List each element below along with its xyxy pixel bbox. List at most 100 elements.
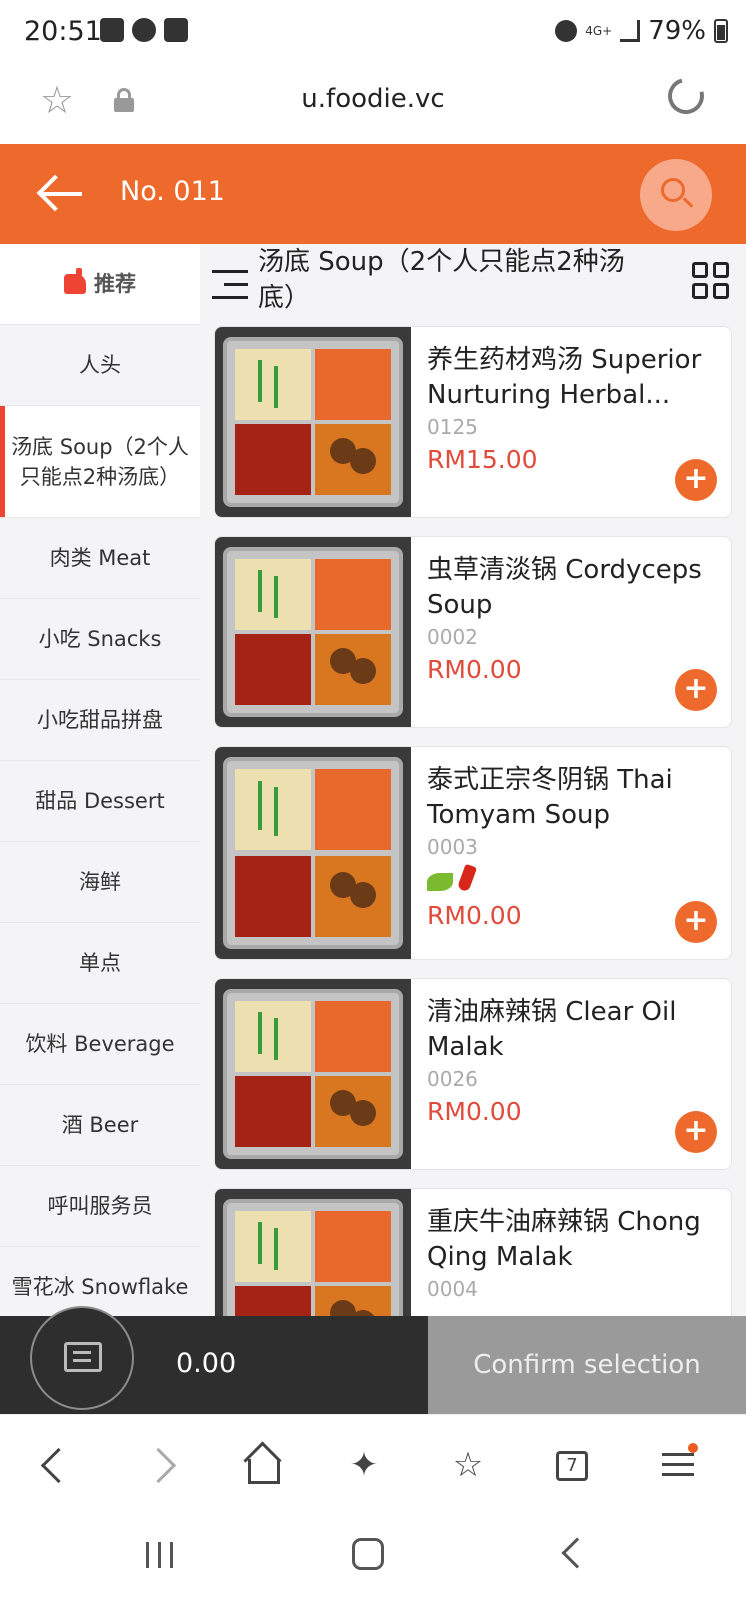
sidebar-item-snack-dessert-platter[interactable]: 小吃甜品拼盘	[0, 680, 200, 761]
whatsapp-icon	[132, 18, 156, 42]
sidebar-item-label: 肉类 Meat	[49, 546, 151, 570]
sidebar-item-label: 推荐	[94, 272, 136, 296]
dish-name: 重庆牛油麻辣锅 Chong Qing Malak	[427, 1207, 701, 1272]
dish-name: 泰式正宗冬阴锅 Thai Tomyam Soup	[427, 765, 673, 830]
dish-code: 0002	[427, 625, 478, 649]
collapse-menu-icon[interactable]	[212, 270, 248, 300]
section-title: 汤底 Soup（2个人只能点2种汤底）	[258, 247, 625, 313]
signal-icon	[620, 20, 641, 42]
sidebar-item-seafood[interactable]: 海鲜	[0, 842, 200, 923]
search-button[interactable]	[640, 159, 712, 231]
sidebar-item-label: 饮料 Beverage	[25, 1032, 175, 1056]
hotpot-image	[215, 327, 411, 517]
recent-apps-icon[interactable]	[146, 1542, 176, 1568]
alarm-icon	[555, 20, 578, 42]
sidebar-item-dessert[interactable]: 甜品 Dessert	[0, 761, 200, 842]
app-header: No. 011	[0, 144, 746, 244]
cart-bar: 0.00 Confirm selection	[0, 1306, 746, 1414]
thumbs-up-icon	[64, 268, 86, 294]
leaf-icon	[427, 873, 453, 891]
grid-view-icon[interactable]	[692, 262, 732, 302]
dish-card[interactable]: 重庆牛油麻辣锅 Chong Qing Malak 0004	[214, 1188, 732, 1316]
dish-list-panel: 汤底 Soup（2个人只能点2种汤底） 养生药材鸡汤 Superior Nurt…	[200, 244, 746, 1316]
hotpot-image	[215, 747, 411, 959]
sidebar-item-call-waiter[interactable]: 呼叫服务员	[0, 1166, 200, 1247]
sidebar-item-label: 雪花冰 Snowflake	[11, 1275, 189, 1299]
tab-count: 7	[556, 1451, 588, 1481]
system-navigation-bar	[0, 1514, 746, 1600]
add-to-cart-button[interactable]: +	[675, 1111, 717, 1153]
dish-card[interactable]: 虫草清淡锅 Cordyceps Soup 0002 RM0.00 +	[214, 536, 732, 728]
gallery-icon	[100, 18, 124, 42]
dish-code: 0003	[427, 835, 478, 859]
dish-name: 虫草清淡锅 Cordyceps Soup	[427, 555, 702, 620]
table-number: No. 011	[120, 176, 225, 207]
dish-code: 0004	[427, 1277, 478, 1301]
sidebar-item-snowflake[interactable]: 雪花冰 Snowflake	[0, 1247, 200, 1316]
sidebar-item-soup[interactable]: 汤底 Soup（2个人只能点2种汤底）	[0, 406, 200, 518]
home-icon[interactable]	[238, 1441, 286, 1489]
system-status: 4G+ 79%	[555, 16, 728, 46]
chili-icon	[456, 863, 478, 893]
add-to-cart-button[interactable]: +	[675, 459, 717, 501]
dish-name: 清油麻辣锅 Clear Oil Malak	[427, 997, 677, 1062]
dish-card[interactable]: 泰式正宗冬阴锅 Thai Tomyam Soup 0003 RM0.00 +	[214, 746, 732, 960]
sidebar-item-label: 人头	[79, 353, 121, 377]
battery-icon	[714, 19, 728, 43]
dish-price: RM0.00	[427, 655, 522, 684]
cart-total: 0.00	[176, 1348, 237, 1379]
browser-address-bar: ☆ u.foodie.vc	[0, 66, 746, 144]
add-to-cart-button[interactable]: +	[675, 901, 717, 943]
dish-name: 养生药材鸡汤 Superior Nurturing Herbal...	[427, 345, 702, 410]
bookmarks-icon[interactable]: ☆	[444, 1441, 492, 1489]
back-icon[interactable]	[32, 1441, 80, 1489]
hotpot-image	[215, 1189, 411, 1316]
sidebar-item-label: 酒 Beer	[61, 1113, 139, 1137]
network-indicator: 4G+	[585, 24, 613, 38]
sidebar-item-label: 汤底 Soup（2个人只能点2种汤底）	[11, 434, 189, 489]
forward-icon[interactable]	[140, 1441, 188, 1489]
battery-percent: 79%	[648, 16, 706, 46]
section-header: 汤底 Soup（2个人只能点2种汤底）	[200, 244, 746, 326]
sidebar-item-label: 海鲜	[79, 870, 121, 894]
sidebar-item-label: 小吃 Snacks	[38, 627, 162, 651]
category-sidebar: 推荐 人头 汤底 Soup（2个人只能点2种汤底） 肉类 Meat 小吃 Sna…	[0, 244, 200, 1316]
tabs-button[interactable]: 7	[548, 1441, 596, 1489]
home-button-icon[interactable]	[352, 1538, 384, 1570]
dish-card[interactable]: 养生药材鸡汤 Superior Nurturing Herbal... 0125…	[214, 326, 732, 518]
dish-card[interactable]: 清油麻辣锅 Clear Oil Malak 0026 RM0.00 +	[214, 978, 732, 1170]
browser-toolbar: ✦ ☆ 7	[0, 1414, 746, 1514]
status-time: 20:51	[24, 16, 102, 47]
hotpot-image	[215, 979, 411, 1169]
sidebar-item-label: 单点	[79, 951, 121, 975]
hotpot-image	[215, 537, 411, 727]
dish-price: RM0.00	[427, 1097, 522, 1126]
cart-icon	[64, 1342, 102, 1372]
menu-icon[interactable]	[654, 1441, 702, 1489]
sidebar-item-label: 小吃甜品拼盘	[37, 708, 163, 732]
search-icon	[661, 178, 685, 202]
sidebar-item-per-head[interactable]: 人头	[0, 325, 200, 406]
confirm-selection-button[interactable]: Confirm selection	[428, 1316, 746, 1414]
back-arrow-icon[interactable]	[36, 168, 86, 218]
dish-code: 0125	[427, 415, 478, 439]
notification-icons	[100, 18, 188, 42]
url-text[interactable]: u.foodie.vc	[0, 84, 746, 114]
sidebar-item-beer[interactable]: 酒 Beer	[0, 1085, 200, 1166]
sidebar-item-snacks[interactable]: 小吃 Snacks	[0, 599, 200, 680]
sidebar-item-label: 呼叫服务员	[47, 1194, 153, 1218]
sidebar-item-beverage[interactable]: 饮料 Beverage	[0, 1004, 200, 1085]
dish-code: 0026	[427, 1067, 478, 1091]
sparkle-icon[interactable]: ✦	[340, 1441, 388, 1489]
dish-price: RM15.00	[427, 445, 538, 474]
system-back-icon[interactable]	[561, 1537, 593, 1569]
dish-price: RM0.00	[427, 901, 522, 930]
sidebar-item-meat[interactable]: 肉类 Meat	[0, 518, 200, 599]
sidebar-item-recommend[interactable]: 推荐	[0, 244, 200, 325]
sidebar-item-single-order[interactable]: 单点	[0, 923, 200, 1004]
notification-dot	[688, 1443, 698, 1453]
dish-tags	[427, 863, 717, 895]
sidebar-item-label: 甜品 Dessert	[35, 789, 165, 813]
cart-button[interactable]	[30, 1306, 134, 1410]
add-to-cart-button[interactable]: +	[675, 669, 717, 711]
